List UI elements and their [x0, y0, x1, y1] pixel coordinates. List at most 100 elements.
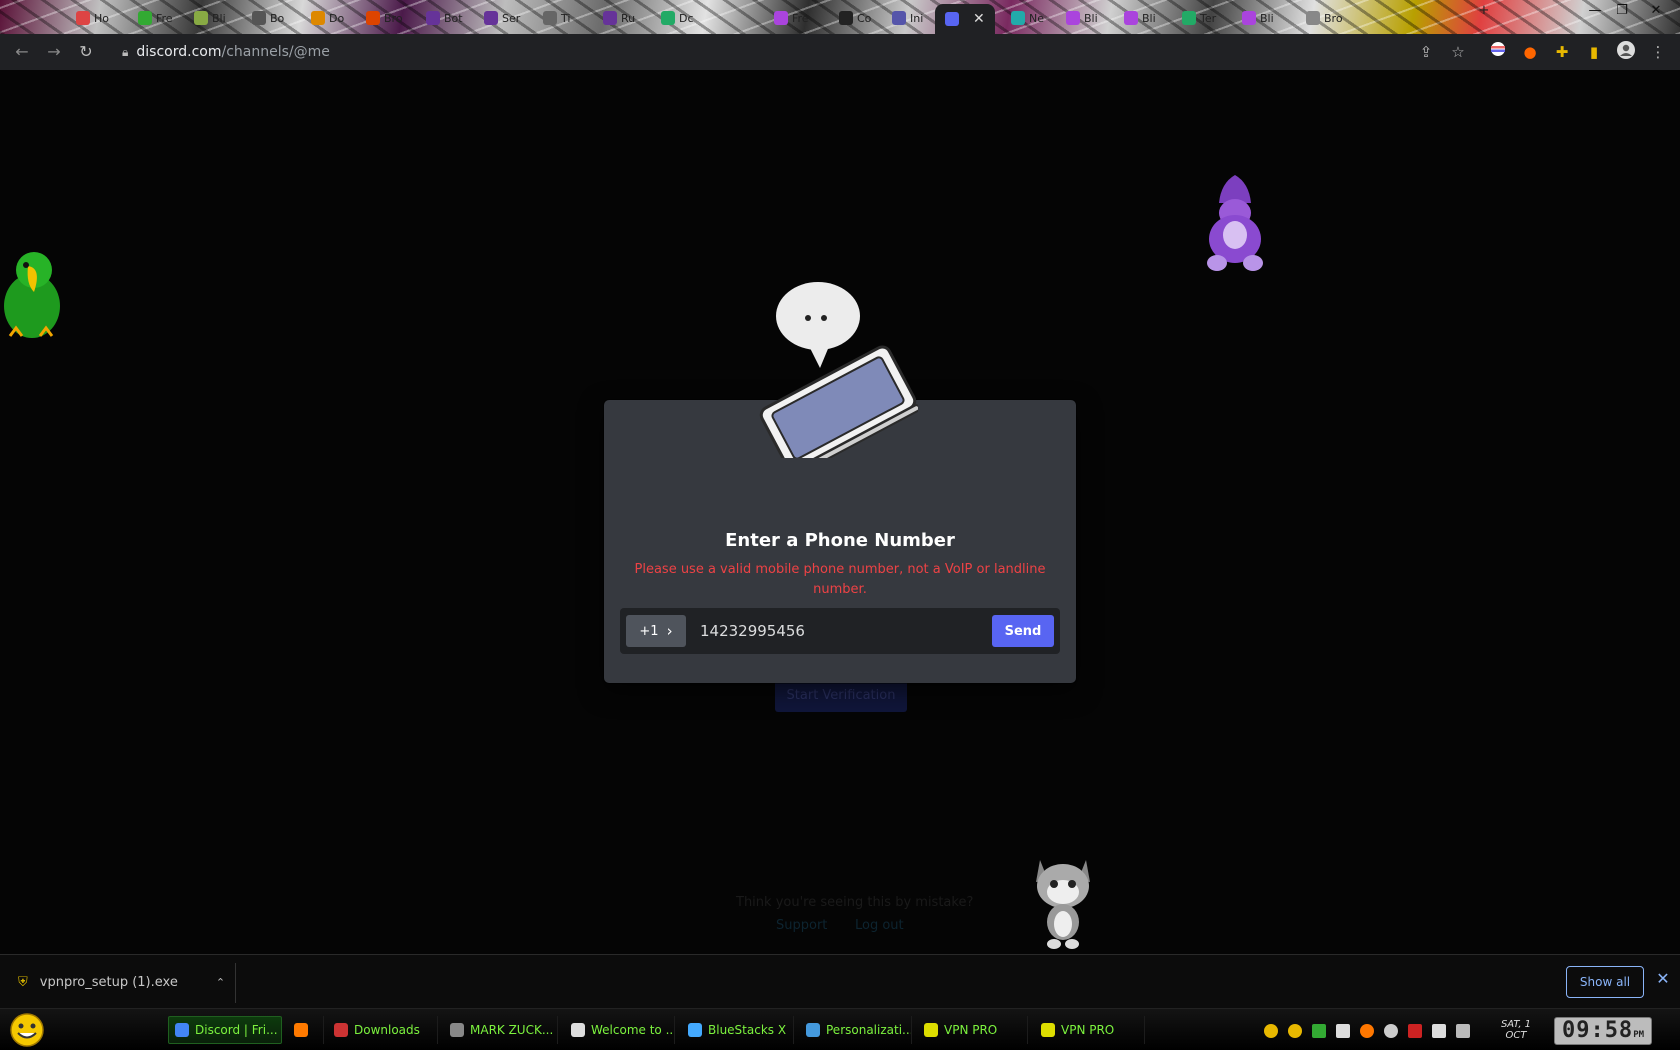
- browser-tab[interactable]: Bro: [1300, 6, 1349, 30]
- download-shelf: ⛨ vpnpro_setup (1).exe ⌃ Show all ✕: [0, 954, 1680, 1008]
- share-icon[interactable]: ⇪: [1414, 40, 1438, 64]
- taskbar-item[interactable]: BlueStacks X: [682, 1016, 794, 1044]
- taskbar-item-label: Personalizati...: [826, 1023, 912, 1037]
- tab-favicon-icon: [426, 11, 440, 25]
- browser-tab[interactable]: Dc: [655, 6, 700, 30]
- taskbar-app-icon: [334, 1023, 348, 1037]
- tab-favicon-icon: [366, 11, 380, 25]
- profile-avatar-icon[interactable]: [1614, 40, 1638, 64]
- extension-flag-icon[interactable]: [1486, 40, 1510, 64]
- tab-favicon-icon: [1306, 11, 1320, 25]
- new-tab-button[interactable]: +: [1472, 3, 1496, 18]
- browser-tab[interactable]: Fre: [768, 6, 815, 30]
- parrot-desktop-pet-icon[interactable]: [0, 248, 68, 346]
- side-panel-icon[interactable]: ▮: [1582, 40, 1606, 64]
- vpn-file-icon: ⛨: [18, 974, 28, 990]
- start-verification-button[interactable]: Start Verification: [775, 680, 907, 712]
- browser-tab[interactable]: Ne: [1005, 6, 1050, 30]
- modal-title: Enter a Phone Number: [725, 530, 955, 551]
- tray-date[interactable]: SAT, 1 OCT: [1494, 1019, 1538, 1041]
- tab-label: Co: [857, 11, 872, 25]
- tray-tree-icon[interactable]: [1312, 1024, 1326, 1038]
- clock-time: 09:58: [1561, 1018, 1634, 1043]
- taskbar-app-icon: [1041, 1023, 1055, 1037]
- purple-wizard-desktop-pet-icon[interactable]: [1195, 173, 1275, 275]
- start-smiley-icon[interactable]: [8, 1012, 46, 1048]
- tray-smiley-icon[interactable]: [1264, 1024, 1278, 1038]
- taskbar-item[interactable]: [288, 1016, 324, 1044]
- browser-tab[interactable]: Ter: [1176, 6, 1222, 30]
- browser-tab[interactable]: Do: [305, 6, 350, 30]
- restore-button[interactable]: ❐: [1610, 3, 1634, 18]
- discord-page: Start Verification Think you're seeing t…: [0, 70, 1680, 954]
- taskbar-item[interactable]: Personalizati...: [800, 1016, 912, 1044]
- minimize-button[interactable]: —: [1583, 3, 1607, 18]
- taskbar-item[interactable]: Discord | Fri...: [168, 1016, 282, 1044]
- country-code-button[interactable]: +1 ›: [626, 615, 686, 647]
- taskbar-item[interactable]: Welcome to ...: [565, 1016, 675, 1044]
- tab-label: Bro: [384, 11, 403, 25]
- chevron-up-icon[interactable]: ⌃: [216, 976, 225, 989]
- browser-tab[interactable]: Ru: [597, 6, 641, 30]
- forward-button[interactable]: →: [42, 40, 66, 64]
- browser-tab[interactable]: Ho: [70, 6, 115, 30]
- support-link[interactable]: Support: [776, 918, 827, 933]
- lock-icon: 🔒︎: [122, 44, 129, 59]
- tray-status-icon[interactable]: [1384, 1024, 1398, 1038]
- browser-tab[interactable]: Bli: [1236, 6, 1280, 30]
- browser-tab[interactable]: Bli: [188, 6, 232, 30]
- tray-smiley2-icon[interactable]: [1288, 1024, 1302, 1038]
- browser-tab[interactable]: Bot: [420, 6, 469, 30]
- phone-input-row: +1 › Send: [620, 608, 1060, 654]
- back-button[interactable]: ←: [10, 40, 34, 64]
- date-month: OCT: [1505, 1030, 1527, 1041]
- logout-link[interactable]: Log out: [855, 918, 904, 933]
- browser-tab[interactable]: Bli: [1060, 6, 1104, 30]
- tab-close-icon[interactable]: ✕: [973, 11, 985, 27]
- browser-tab[interactable]: Ini: [886, 6, 929, 30]
- extensions-puzzle-icon[interactable]: ✚: [1550, 40, 1574, 64]
- browser-tab[interactable]: Ser: [478, 6, 526, 30]
- taskbar-clock[interactable]: 09:58PM: [1554, 1017, 1652, 1045]
- taskbar-item-label: Discord | Fri...: [195, 1023, 278, 1037]
- tray-app-icon[interactable]: [1336, 1024, 1350, 1038]
- url-host: discord.com: [136, 44, 222, 60]
- phone-number-input[interactable]: [686, 615, 992, 647]
- extension-fire-icon[interactable]: ●: [1518, 40, 1542, 64]
- tab-label: Bro: [1324, 11, 1343, 25]
- reload-button[interactable]: ↻: [74, 40, 98, 64]
- browser-menu-icon[interactable]: ⋮: [1646, 40, 1670, 64]
- browser-tab[interactable]: Ti: [537, 6, 576, 30]
- send-button[interactable]: Send: [992, 615, 1054, 647]
- tab-favicon-icon: [543, 11, 557, 25]
- taskbar-item[interactable]: Downloads: [328, 1016, 438, 1044]
- show-all-button[interactable]: Show all: [1566, 966, 1644, 998]
- address-bar[interactable]: 🔒︎ discord.com /channels/@me: [110, 38, 1400, 66]
- taskbar-item-label: Welcome to ...: [591, 1023, 675, 1037]
- tab-discord-active[interactable]: ✕: [935, 4, 995, 34]
- tab-favicon-icon: [76, 11, 90, 25]
- browser-tab[interactable]: Bo: [246, 6, 290, 30]
- taskbar-item[interactable]: MARK ZUCK...: [444, 1016, 558, 1044]
- download-item[interactable]: ⛨ vpnpro_setup (1).exe ⌃: [18, 969, 225, 995]
- tray-network-icon[interactable]: [1432, 1024, 1446, 1038]
- tab-favicon-icon: [661, 11, 675, 25]
- tray-flag-icon[interactable]: [1408, 1024, 1422, 1038]
- tab-label: Bli: [1142, 11, 1156, 25]
- tab-label: Ne: [1029, 11, 1044, 25]
- browser-tab[interactable]: Bli: [1118, 6, 1162, 30]
- taskbar-app-icon: [571, 1023, 585, 1037]
- cat-desktop-pet-icon[interactable]: [1028, 850, 1098, 952]
- browser-tab[interactable]: Fre: [132, 6, 179, 30]
- tray-volume-icon[interactable]: [1456, 1024, 1470, 1038]
- bookmark-star-icon[interactable]: ☆: [1446, 40, 1470, 64]
- taskbar-item[interactable]: VPN PRO: [1035, 1016, 1145, 1044]
- close-shelf-icon[interactable]: ✕: [1654, 969, 1672, 988]
- taskbar-item[interactable]: VPN PRO: [918, 1016, 1028, 1044]
- close-window-button[interactable]: ✕: [1644, 3, 1668, 18]
- taskbar-item-label: Downloads: [354, 1023, 420, 1037]
- phone-illustration-icon: [759, 282, 918, 458]
- browser-tab[interactable]: Bro: [360, 6, 409, 30]
- tray-search-icon[interactable]: [1360, 1024, 1374, 1038]
- browser-tab[interactable]: Co: [833, 6, 877, 30]
